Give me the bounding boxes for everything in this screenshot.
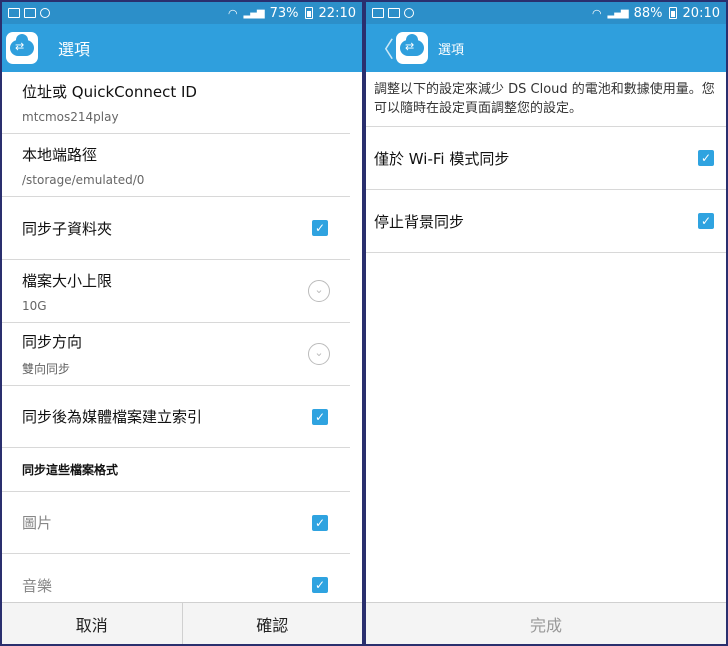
wifi-only-sync-item[interactable]: 僅於 Wi-Fi 模式同步 ✓ [366, 127, 726, 190]
wifi-icon: ◠ [227, 6, 238, 20]
page-title: 選項 [438, 42, 465, 58]
battery-icon [304, 7, 313, 19]
stop-background-sync-label: 停止背景同步 [374, 212, 465, 231]
status-bar: ◠ ▂▄▆ 88% 20:10 [366, 2, 726, 24]
format-images-label: 圖片 [22, 514, 53, 532]
format-music-checkbox[interactable]: ✓ [312, 577, 328, 593]
wifi-only-sync-label: 僅於 Wi-Fi 模式同步 [374, 149, 510, 168]
confirm-button[interactable]: 確認 [181, 603, 363, 644]
battery-data-description: 調整以下的設定來減少 DS Cloud 的電池和數據使用量。您可以隨時在設定頁面… [366, 72, 726, 127]
wifi-only-sync-checkbox[interactable]: ✓ [698, 150, 714, 166]
file-size-limit-label: 檔案大小上限 [22, 271, 113, 290]
sync-direction-setting[interactable]: 同步方向 雙向同步 ⌄ [2, 323, 350, 386]
format-images-item[interactable]: 圖片 ✓ [2, 492, 350, 554]
notification-icons [372, 8, 414, 18]
local-path-value: /storage/emulated/0 [22, 172, 145, 187]
address-value: mtcmos214play [22, 110, 119, 124]
status-bar: ◠ ▂▄▆ 73% 22:10 [2, 2, 362, 24]
media-index-label: 同步後為媒體檔案建立索引 [22, 408, 203, 426]
address-label: 位址或 QuickConnect ID [22, 83, 197, 101]
ds-cloud-logo-icon [6, 32, 38, 64]
wifi-icon: ◠ [591, 6, 602, 20]
image-icon [24, 8, 36, 18]
chevron-down-icon[interactable]: ⌄ [308, 343, 330, 365]
media-index-checkbox[interactable]: ✓ [312, 408, 328, 425]
gallery-icon [372, 8, 384, 18]
sync-direction-label: 同步方向 [22, 333, 83, 351]
back-icon[interactable]: 〈 [372, 32, 394, 64]
clock: 20:10 [682, 5, 720, 21]
left-screen: ◠ ▂▄▆ 73% 22:10 選項 位址或 QuickConnect ID m… [2, 2, 362, 644]
footer-bar: 取消 確認 [2, 602, 362, 644]
app-bar: 〈 選項 [366, 24, 726, 72]
sync-subfolders-label: 同步子資料夾 [22, 219, 113, 238]
battery-percent: 73% [269, 5, 299, 21]
format-music-label: 音樂 [22, 576, 53, 595]
cancel-button[interactable]: 取消 [2, 603, 182, 644]
battery-percent: 88% [633, 5, 663, 21]
settings-icon [404, 8, 414, 18]
done-button[interactable]: 完成 [366, 603, 726, 644]
gallery-icon [8, 8, 20, 18]
sync-subfolders-setting[interactable]: 同步子資料夾 ✓ [2, 197, 350, 260]
format-images-checkbox[interactable]: ✓ [312, 514, 328, 531]
page-title: 選項 [58, 40, 91, 59]
media-index-setting[interactable]: 同步後為媒體檔案建立索引 ✓ [2, 386, 350, 448]
signal-icon: ▂▄▆ [607, 7, 629, 19]
stop-background-sync-item[interactable]: 停止背景同步 ✓ [366, 190, 726, 253]
file-size-limit-setting[interactable]: 檔案大小上限 10G ⌄ [2, 260, 350, 323]
local-path-setting[interactable]: 本地端路徑 /storage/emulated/0 [2, 134, 350, 197]
sync-subfolders-checkbox[interactable]: ✓ [312, 220, 328, 236]
settings-icon [40, 8, 50, 18]
app-bar: 選項 [2, 24, 362, 72]
image-icon [388, 8, 400, 18]
chevron-down-icon[interactable]: ⌄ [308, 280, 330, 302]
right-screen: ◠ ▂▄▆ 88% 20:10 〈 選項 調整以下的設定來減少 DS Cloud… [366, 2, 726, 644]
file-formats-section-header: 同步這些檔案格式 [2, 448, 350, 492]
battery-icon [668, 7, 677, 19]
file-size-limit-value: 10G [22, 298, 47, 313]
stop-background-sync-checkbox[interactable]: ✓ [698, 213, 714, 229]
footer-bar: 完成 [366, 602, 726, 644]
sync-direction-value: 雙向同步 [22, 362, 71, 376]
address-setting[interactable]: 位址或 QuickConnect ID mtcmos214play [2, 72, 350, 134]
clock: 22:10 [318, 5, 356, 21]
ds-cloud-logo-icon [396, 32, 429, 64]
signal-icon: ▂▄▆ [243, 7, 265, 19]
local-path-label: 本地端路徑 [22, 145, 98, 164]
notification-icons [8, 8, 50, 18]
